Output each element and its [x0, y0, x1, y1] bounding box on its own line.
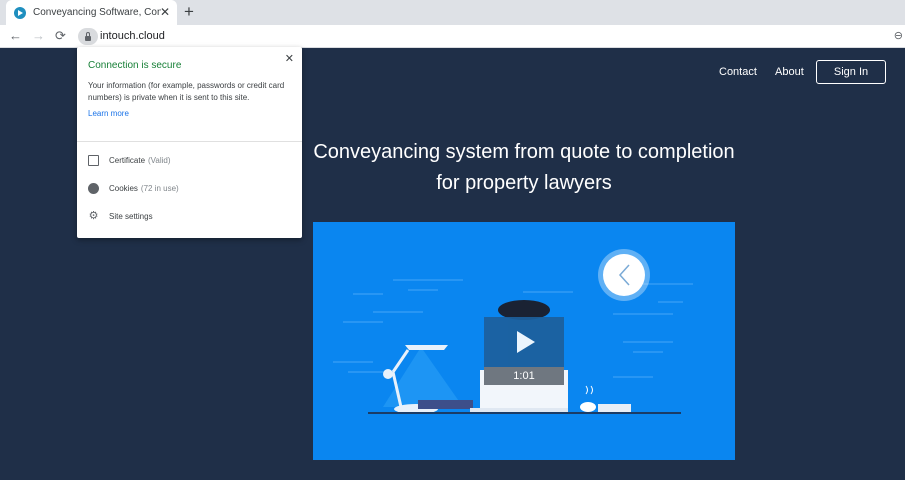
site-favicon-icon	[14, 6, 26, 19]
cookies-label: Cookies	[109, 184, 138, 193]
sign-in-button[interactable]: Sign In	[816, 60, 886, 84]
intro-video[interactable]: 1:01	[313, 222, 735, 460]
address-bar[interactable]: intouch.cloud	[100, 30, 165, 42]
browser-toolbar: ← → ⟳ intouch.cloud ⊖	[0, 25, 905, 48]
nav-about-link[interactable]: About	[775, 66, 804, 78]
play-icon	[517, 331, 535, 353]
new-tab-button[interactable]: +	[184, 2, 194, 22]
connection-description: Your information (for example, passwords…	[88, 81, 285, 102]
hero-line-1: Conveyancing system from quote to comple…	[313, 141, 735, 163]
popup-close-icon[interactable]: ✕	[285, 52, 294, 65]
video-duration: 1:01	[484, 367, 564, 385]
certificate-detail: (Valid)	[148, 156, 171, 165]
certificate-label: Certificate	[109, 156, 146, 165]
lock-icon	[85, 31, 91, 41]
connection-status-heading: Connection is secure	[88, 60, 182, 71]
popup-divider	[77, 141, 302, 142]
gear-icon: ⚙	[88, 210, 99, 222]
tab-strip: Conveyancing Software, Conveyancing ✕ +	[0, 0, 905, 25]
hero-line-2: for property lawyers	[436, 172, 612, 194]
site-settings-label: Site settings	[109, 212, 153, 221]
site-info-popup: ✕ Connection is secure Your information …	[77, 47, 302, 238]
back-button[interactable]: ←	[9, 27, 22, 45]
play-button[interactable]	[484, 317, 564, 367]
zoom-icon[interactable]: ⊖	[894, 29, 903, 42]
certificate-icon	[88, 155, 99, 166]
tab-close-icon[interactable]: ✕	[160, 5, 170, 19]
reload-button[interactable]: ⟳	[55, 27, 66, 45]
forward-button[interactable]: →	[32, 27, 45, 45]
tab-title: Conveyancing Software, Conveyancing	[33, 7, 161, 18]
site-info-button[interactable]	[78, 28, 98, 45]
learn-more-link[interactable]: Learn more	[88, 109, 129, 118]
site-settings-row[interactable]: ⚙ Site settings	[88, 211, 153, 222]
certificate-row[interactable]: Certificate (Valid)	[88, 155, 171, 166]
cookie-icon	[88, 183, 99, 194]
nav-contact-link[interactable]: Contact	[719, 66, 757, 78]
cookies-row[interactable]: Cookies (72 in use)	[88, 183, 179, 194]
hero-heading: Conveyancing system from quote to comple…	[300, 137, 748, 199]
browser-tab[interactable]: Conveyancing Software, Conveyancing ✕	[6, 0, 177, 25]
cookies-detail: (72 in use)	[140, 184, 179, 193]
